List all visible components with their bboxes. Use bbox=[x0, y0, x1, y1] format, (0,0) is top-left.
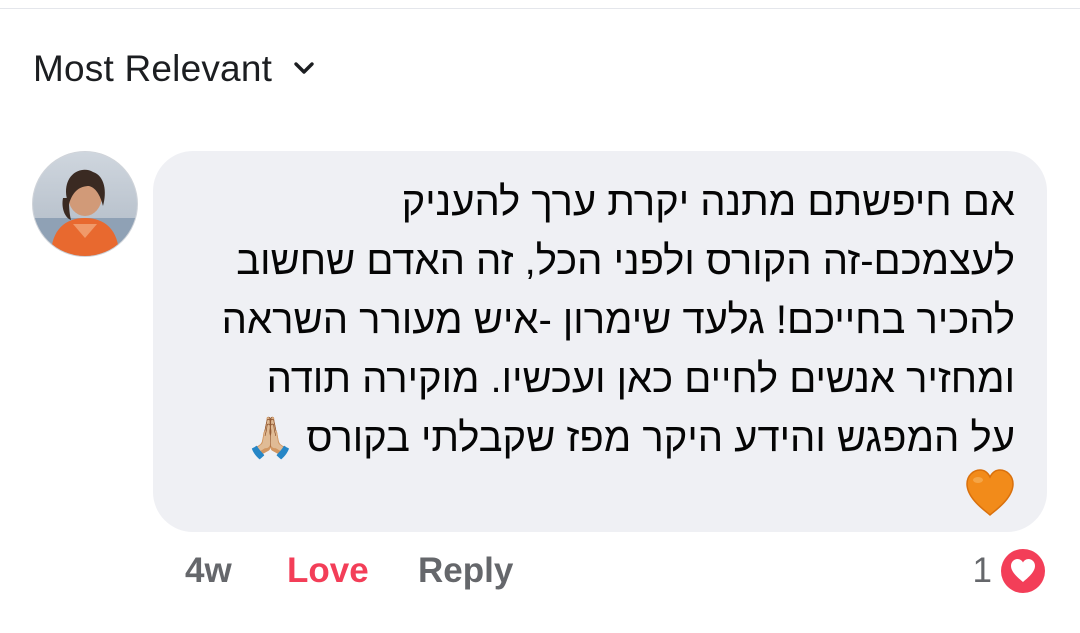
orange-heart-icon bbox=[966, 469, 1014, 517]
comment-actions: 4w Love Reply 1 bbox=[0, 548, 1080, 598]
comments-section: Most Relevant אם חיפשתם מתנה יקרת ערך לה… bbox=[0, 0, 1080, 633]
comment-line: אם חיפשתם מתנה יקרת ערך להעניק bbox=[401, 180, 1015, 224]
love-reaction-button[interactable]: Love bbox=[287, 548, 369, 594]
comment-line: להכיר בחייכם! גלעד שימרון -איש מעורר השר… bbox=[221, 298, 1015, 342]
comment-bubble: אם חיפשתם מתנה יקרת ערך להעניק לעצמכם-זה… bbox=[153, 151, 1047, 532]
comment-line: על המפגש והידע היקר מפז שקבלתי בקורס 🙏🏼 bbox=[245, 416, 1015, 460]
love-reaction-icon bbox=[1001, 549, 1045, 593]
comment-timestamp[interactable]: 4w bbox=[185, 548, 232, 594]
chevron-down-icon bbox=[294, 62, 314, 74]
divider bbox=[0, 8, 1080, 9]
user-avatar bbox=[33, 152, 137, 256]
sort-label: Most Relevant bbox=[33, 48, 273, 89]
comment-text: אם חיפשתם מתנה יקרת ערך להעניק לעצמכם-זה… bbox=[175, 173, 1015, 468]
comment-line: לעצמכם-זה הקורס ולפני הכל, זה האדם שחשוב bbox=[236, 239, 1015, 283]
reaction-summary[interactable]: 1 bbox=[973, 548, 1046, 594]
sort-dropdown[interactable]: Most Relevant bbox=[33, 48, 316, 90]
comment-line: ומחזיר אנשים לחיים כאן ועכשיו. מוקירה תו… bbox=[266, 357, 1015, 401]
reaction-count: 1 bbox=[972, 551, 992, 590]
avatar[interactable] bbox=[33, 152, 137, 256]
reply-button[interactable]: Reply bbox=[418, 548, 513, 594]
